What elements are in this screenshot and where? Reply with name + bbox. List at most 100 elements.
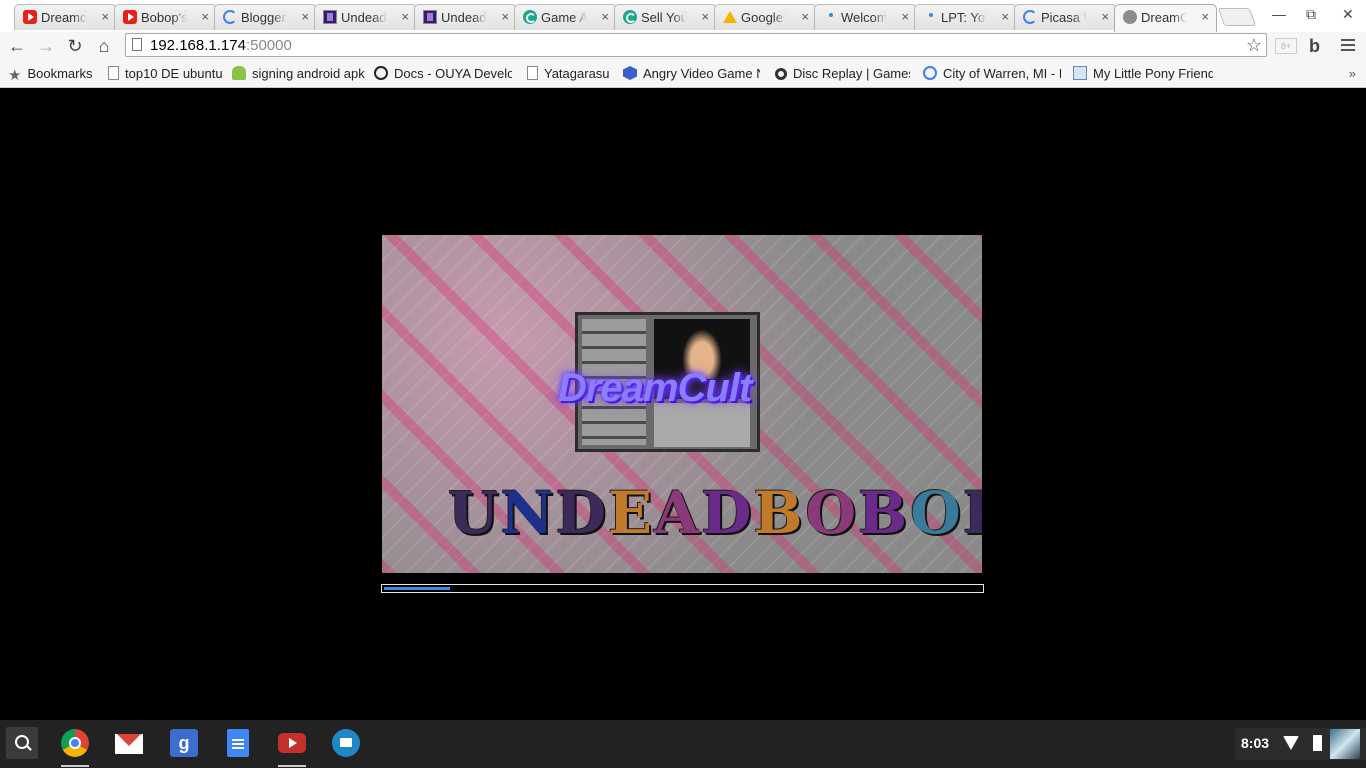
tab-close-icon[interactable]: × (701, 9, 709, 24)
bookmark-item[interactable]: My Little Pony Friend (1073, 66, 1213, 82)
tab-title: Undead Bobop (441, 10, 487, 25)
loading-dot-icon (829, 13, 833, 17)
tab[interactable]: Bobop's × (114, 4, 217, 30)
chrome-app-icon[interactable] (61, 729, 89, 757)
bookmark-item[interactable]: City of Warren, MI - In (923, 66, 1061, 82)
clock: 8:03 (1241, 735, 1270, 751)
tab-title: DreamCast (1141, 10, 1187, 25)
tab-title: LPT: Your (941, 10, 987, 25)
home-icon[interactable]: ⌂ (94, 36, 114, 56)
bookmark-label: Yatagarasu (544, 66, 610, 81)
toolbar: ← → ↻ ⌂ 192.168.1.174:50000 ☆ 8+ b (0, 32, 1366, 60)
tab-close-icon[interactable]: × (201, 9, 209, 24)
google-plus-extension-icon[interactable]: 8+ (1275, 38, 1297, 54)
tab-close-icon[interactable]: × (301, 9, 309, 24)
bookmark-star-icon[interactable]: ☆ (1246, 35, 1262, 56)
tab-close-icon[interactable]: × (601, 9, 609, 24)
bookmark-item[interactable]: Disc Replay | Games (775, 66, 910, 82)
bookmark-label: City of Warren, MI - In (943, 66, 1061, 81)
undead-favicon-icon (423, 10, 437, 24)
tab-title: Welcome (841, 10, 887, 25)
tab[interactable]: Blogger: × (214, 4, 317, 30)
tab-title: Google Drive (741, 10, 787, 25)
tab-close-icon[interactable]: × (101, 9, 109, 24)
game-splash-image: DreamCult UNDEADBOBOP (382, 235, 982, 573)
bookmark-item[interactable]: signing android apk (232, 66, 365, 82)
bookmark-item[interactable]: ★ Bookmarks (8, 66, 92, 82)
tab-title: Dreamcast (41, 10, 87, 25)
url-port: :50000 (245, 37, 292, 54)
dreamcast-favicon-icon (1123, 10, 1137, 24)
back-icon[interactable]: ← (7, 36, 27, 56)
status-tray[interactable]: 8:03 (1235, 728, 1366, 760)
reload-icon[interactable]: ↻ (65, 36, 85, 56)
game-circle-icon (623, 10, 637, 24)
android-icon (232, 66, 246, 80)
youtube-app-icon[interactable] (278, 733, 306, 753)
docs-app-icon[interactable] (227, 729, 249, 757)
loading-progress-bar (381, 584, 984, 593)
page-content: DreamCult UNDEADBOBOP (0, 88, 1366, 720)
shelf (0, 720, 1366, 768)
running-indicator (278, 765, 306, 767)
bookmarks-overflow-icon[interactable]: » (1349, 66, 1356, 81)
tab-close-icon[interactable]: × (1201, 9, 1209, 24)
bookmark-label: signing android apk (252, 66, 365, 81)
bookmark-label: Docs - OUYA Developers (394, 66, 512, 81)
tab-close-icon[interactable]: × (901, 9, 909, 24)
menu-icon[interactable] (1341, 39, 1355, 54)
window-close-icon[interactable]: ✕ (1342, 6, 1354, 23)
gmail-app-icon[interactable] (115, 734, 143, 754)
address-bar[interactable]: 192.168.1.174:50000 ☆ (125, 33, 1267, 57)
star-icon: ★ (8, 67, 22, 82)
tab-close-icon[interactable]: × (401, 9, 409, 24)
bookmark-label: top10 DE ubuntu (125, 66, 223, 81)
files-app-icon[interactable] (332, 729, 360, 757)
tab-strip: Dreamcast × Bobop's × Blogger: × Undead … (0, 0, 1366, 32)
tab-active[interactable]: DreamCast × (1114, 4, 1217, 32)
new-tab-button[interactable] (1217, 8, 1257, 26)
tab[interactable]: Picasa Web × (1014, 4, 1117, 30)
brand-logo: DreamCult (558, 366, 752, 410)
tab[interactable]: Google Drive × (714, 4, 817, 30)
drive-icon (723, 11, 737, 23)
bookmark-label: Disc Replay | Games (793, 66, 910, 81)
disc-icon (775, 68, 787, 80)
loading-spinner-icon (1023, 10, 1037, 24)
youtube-icon (123, 10, 137, 24)
tab-close-icon[interactable]: × (501, 9, 509, 24)
tab-title: Sell Your (641, 10, 687, 25)
tab-close-icon[interactable]: × (1001, 9, 1009, 24)
google-search-app-icon[interactable]: g (170, 729, 198, 757)
minimize-icon[interactable]: — (1272, 6, 1286, 22)
tab[interactable]: Welcome × (814, 4, 917, 30)
bookmark-item[interactable]: Docs - OUYA Developers (374, 66, 512, 82)
warren-icon (923, 66, 937, 80)
tab[interactable]: Dreamcast × (14, 4, 117, 30)
bookmark-label: Bookmarks (27, 66, 93, 81)
tab[interactable]: Undead Bobop × (414, 4, 517, 30)
bookmark-label: Angry Video Game Nerd (643, 66, 760, 81)
tab-title: Picasa Web (1041, 10, 1087, 25)
loading-spinner-icon (223, 10, 237, 24)
ouya-icon (374, 66, 388, 80)
maximize-icon[interactable]: ⧉ (1306, 6, 1316, 23)
url-host: 192.168.1.174 (150, 37, 246, 54)
tab[interactable]: Sell Your × (614, 4, 717, 30)
tab[interactable]: LPT: Your × (914, 4, 1017, 30)
avatar (1330, 729, 1360, 759)
game-circle-icon (523, 10, 537, 24)
tab-close-icon[interactable]: × (801, 9, 809, 24)
url-text: 192.168.1.174:50000 (150, 37, 292, 54)
bookmark-item[interactable]: Yatagarasu (527, 66, 610, 82)
bookmark-item[interactable]: Angry Video Game Nerd (623, 66, 760, 82)
launcher-search-button[interactable] (6, 727, 38, 759)
bing-extension-icon[interactable]: b (1309, 36, 1320, 57)
tab-close-icon[interactable]: × (1101, 9, 1109, 24)
bookmark-item[interactable]: top10 DE ubuntu (108, 66, 223, 82)
tab[interactable]: Game Analytics × (514, 4, 617, 30)
forward-icon[interactable]: → (36, 36, 56, 56)
tab[interactable]: Undead Bobop × (314, 4, 417, 30)
avgn-icon (623, 66, 637, 80)
progress-fill (384, 587, 450, 590)
